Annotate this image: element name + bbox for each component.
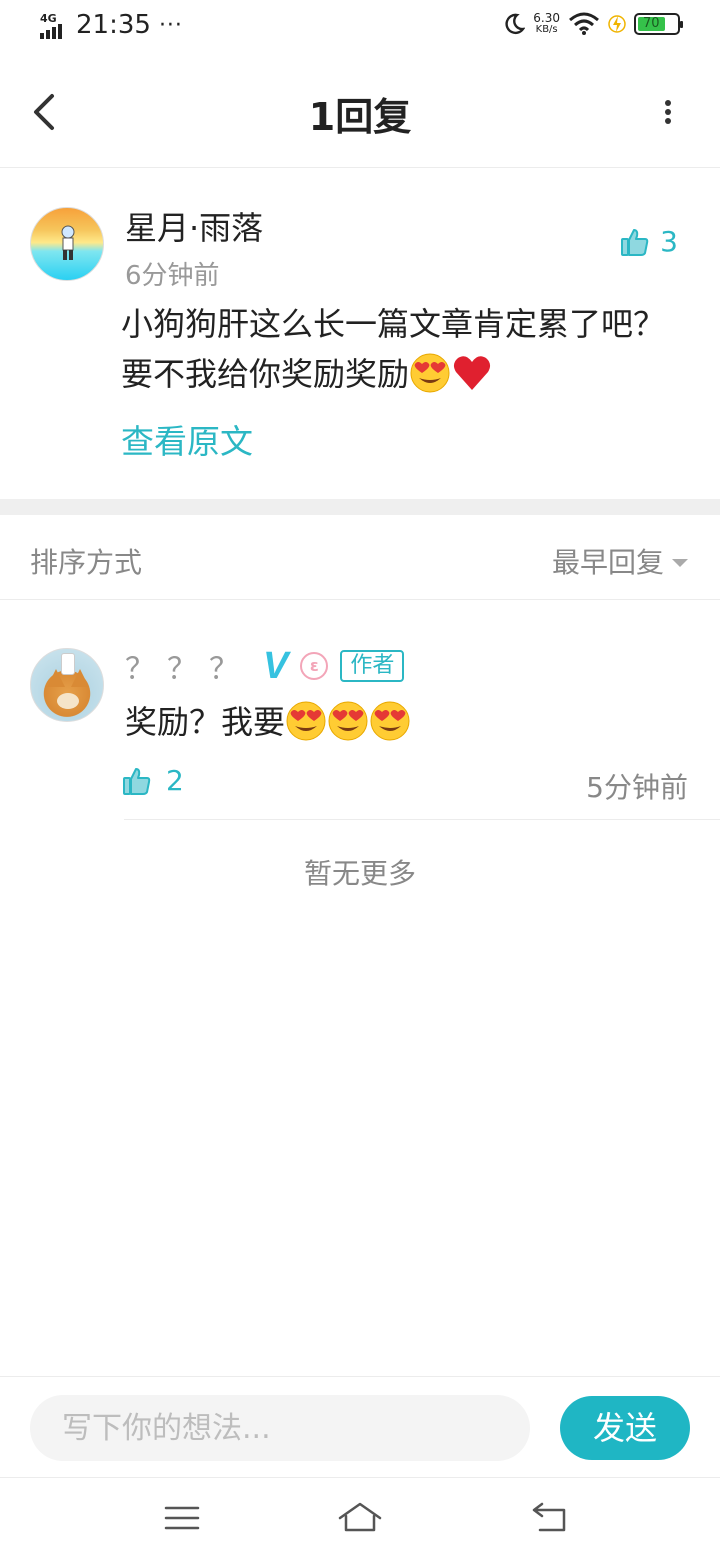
moon-icon (505, 13, 526, 35)
heart-eyes-emoji (370, 701, 410, 741)
reply-divider (124, 819, 720, 820)
speed-unit: KB/s (535, 24, 558, 35)
status-left: 4G 21:35 ··· (38, 10, 183, 40)
system-nav-bar (0, 1478, 720, 1560)
reply-username[interactable]: ？？？ (125, 644, 251, 688)
avatar-figure (61, 225, 75, 260)
sort-label: 排序方式 (30, 546, 143, 579)
level-badge: ε (300, 652, 329, 680)
original-comment: 星月·雨落 6分钟前 3 小狗狗肝这么长一篇文章肯定累了吧？要不我给你奖励奖励 … (0, 169, 720, 499)
charging-icon (608, 15, 626, 33)
verified-badge: V (263, 644, 289, 687)
send-button[interactable]: 发送 (560, 1396, 690, 1460)
recent-apps-button[interactable] (162, 1498, 202, 1538)
signal-icon: 4G (38, 10, 70, 40)
battery-level: 70 (638, 17, 665, 31)
home-icon (338, 1502, 382, 1532)
more-options-button[interactable] (656, 90, 680, 134)
comment-username[interactable]: 星月·雨落 (125, 203, 263, 249)
reply-text: 奖励？我要 (125, 698, 411, 746)
avatar[interactable] (30, 207, 104, 281)
no-more-text: 暂无更多 (303, 857, 416, 890)
comment-body: 小狗狗肝这么长一篇文章肯定累了吧？要不我给你奖励奖励 (121, 305, 666, 393)
view-original-link[interactable]: 查看原文 (121, 415, 253, 463)
menu-icon (164, 1506, 200, 1530)
reply-header: ？？？ V ε 作者 (125, 644, 405, 688)
sort-bar: 排序方式 最早回复 (0, 515, 720, 600)
more-vertical-icon (665, 100, 671, 106)
like-button[interactable]: 2 (122, 764, 184, 797)
status-right: 6.30 KB/s 70 (501, 12, 683, 36)
page-title: 1回复 (308, 95, 412, 139)
home-button[interactable] (338, 1498, 382, 1538)
thumbs-up-icon (123, 767, 151, 795)
status-bar: 4G 21:35 ··· 6.30 KB/s 70 (0, 0, 720, 56)
top-app-bar: 1回复 (0, 56, 720, 168)
return-icon (532, 1502, 566, 1532)
wifi-icon (569, 12, 599, 35)
like-button[interactable]: 3 (620, 225, 678, 258)
like-count: 2 (166, 764, 184, 797)
speed-value: 6.30 (533, 11, 560, 25)
battery-icon: 70 (634, 13, 683, 35)
comment-time: 6分钟前 (125, 261, 220, 291)
network-speed: 6.30 KB/s (533, 12, 560, 36)
like-count: 3 (660, 225, 678, 258)
reply-item: ？？？ V ε 作者 奖励？我要 2 5分钟前 (0, 600, 720, 820)
heart-eyes-emoji (286, 701, 326, 741)
status-time: 21:35 (76, 10, 151, 40)
reply-time: 5分钟前 (586, 771, 688, 804)
reply-body: 奖励？我要 (125, 703, 286, 741)
heart-eyes-emoji (410, 353, 450, 393)
author-badge: 作者 (340, 650, 405, 682)
caret-down-icon (672, 559, 688, 567)
red-heart-emoji (453, 356, 491, 390)
section-divider (0, 499, 720, 515)
avatar[interactable] (30, 648, 104, 722)
comment-input-bar: 发送 (0, 1376, 720, 1478)
notification-dots: ··· (158, 12, 183, 38)
sort-selected: 最早回复 (551, 546, 664, 579)
system-back-button[interactable] (530, 1498, 570, 1538)
sort-dropdown[interactable]: 最早回复 (552, 541, 688, 581)
comment-text: 小狗狗肝这么长一篇文章肯定累了吧？要不我给你奖励奖励 (121, 299, 681, 399)
thumbs-up-icon (621, 228, 649, 256)
heart-eyes-emoji (328, 701, 368, 741)
comment-input[interactable] (30, 1395, 530, 1461)
